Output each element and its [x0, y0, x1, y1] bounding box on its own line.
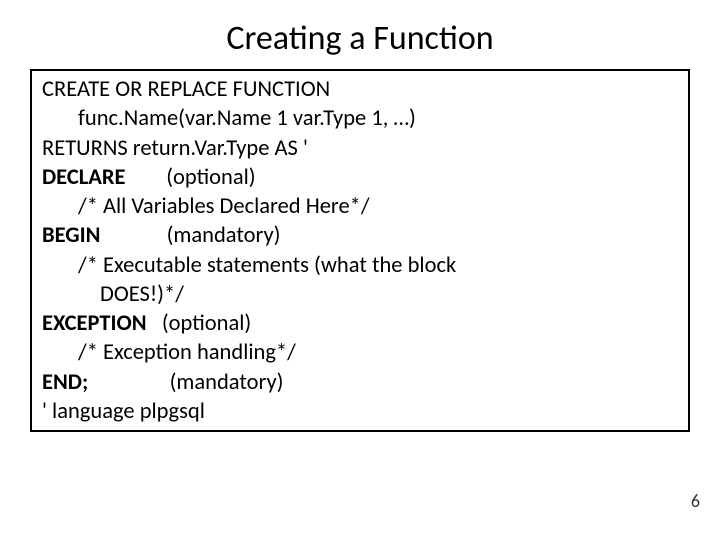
code-line: RETURNS return.Var.Type AS ' — [42, 134, 678, 163]
keyword-end: END; — [42, 369, 88, 396]
slide-title: Creating a Function — [30, 18, 690, 59]
annotation: (mandatory) — [170, 369, 284, 396]
page-number: 6 — [691, 490, 700, 512]
code-line: /* Executable statements (what the block — [42, 251, 678, 280]
code-line: END; (mandatory) — [42, 368, 678, 397]
annotation: (optional) — [162, 310, 251, 337]
keyword-exception: EXCEPTION — [42, 310, 147, 337]
code-line: EXCEPTION (optional) — [42, 309, 678, 338]
code-line: func.Name(var.Name 1 var.Type 1, …) — [42, 104, 678, 133]
code-line: /* Exception handling*/ — [42, 338, 678, 367]
annotation: (optional) — [166, 164, 255, 191]
code-line: DECLARE (optional) — [42, 163, 678, 192]
code-line: CREATE OR REPLACE FUNCTION — [42, 75, 678, 104]
code-line: DOES!)*/ — [42, 280, 678, 309]
code-line: ' language plpgsql — [42, 397, 678, 426]
keyword-declare: DECLARE — [42, 164, 126, 191]
annotation: (mandatory) — [167, 222, 281, 249]
code-box: CREATE OR REPLACE FUNCTION func.Name(var… — [30, 69, 690, 432]
code-line: /* All Variables Declared Here*/ — [42, 192, 678, 221]
keyword-begin: BEGIN — [42, 222, 100, 249]
slide: Creating a Function CREATE OR REPLACE FU… — [0, 0, 720, 540]
code-line: BEGIN (mandatory) — [42, 221, 678, 250]
